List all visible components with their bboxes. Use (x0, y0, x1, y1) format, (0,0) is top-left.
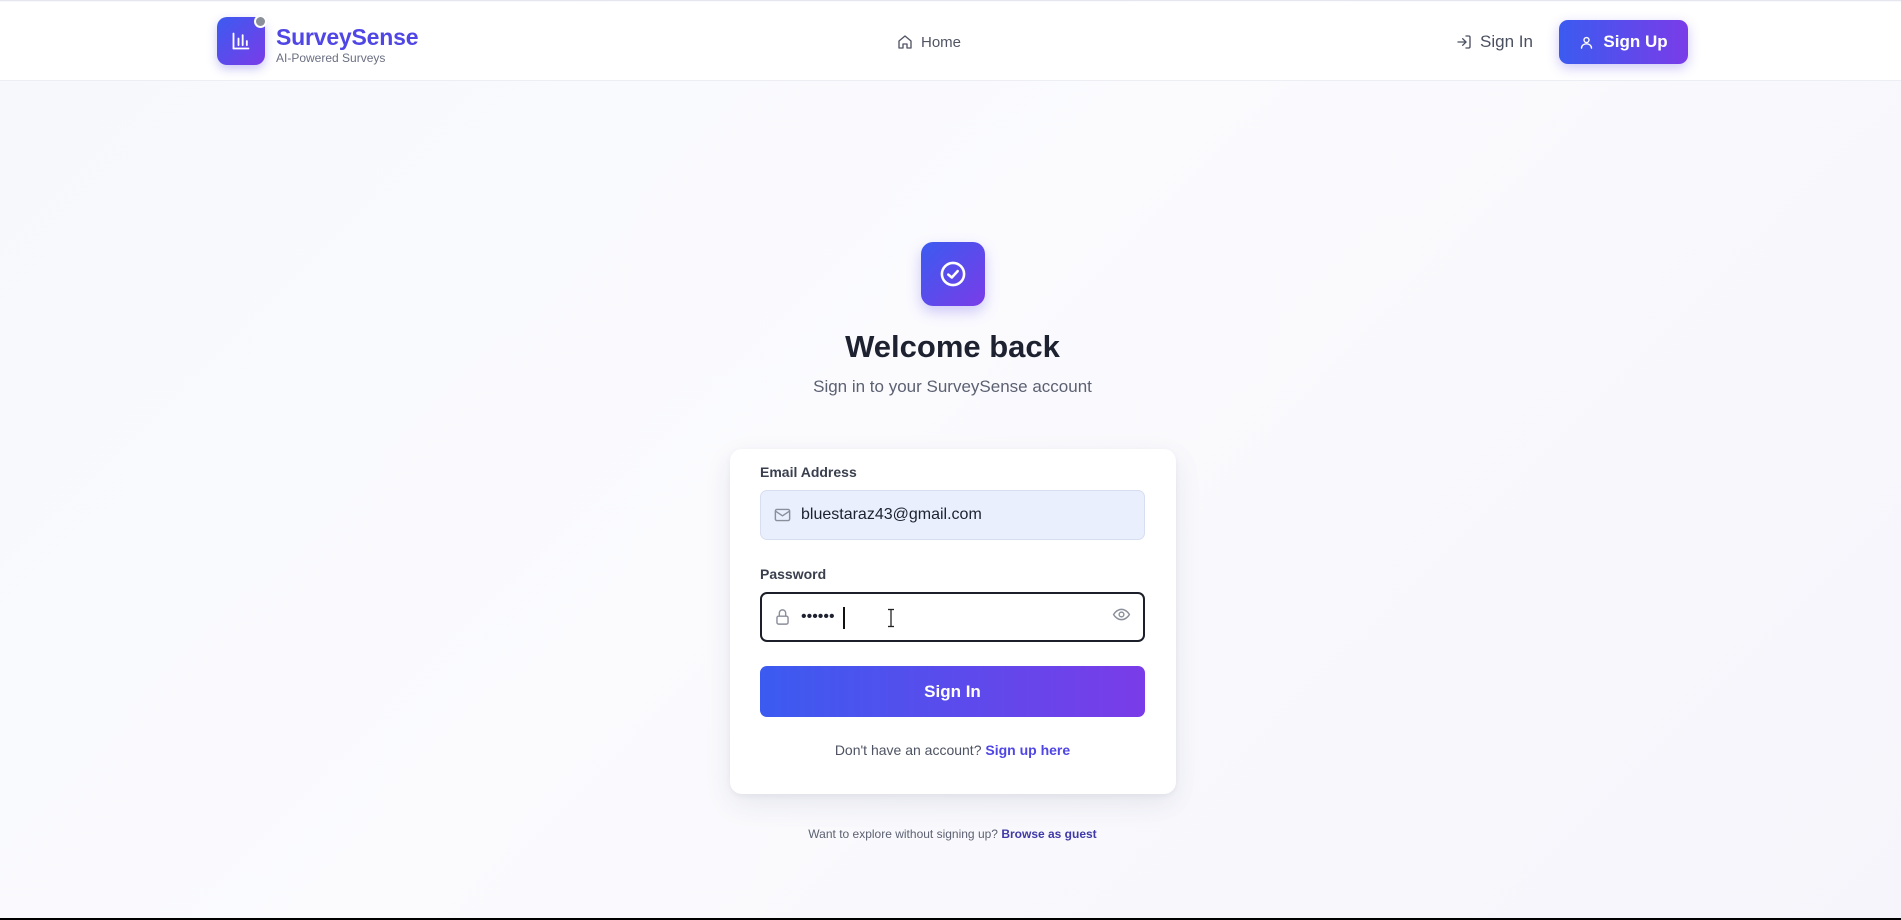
nav-home-link[interactable]: Home (897, 31, 961, 53)
nav-home-label: Home (921, 33, 962, 51)
status-dot (254, 15, 267, 28)
nav-signup-label: Sign Up (1603, 32, 1668, 51)
page-title: Welcome back (845, 329, 1060, 364)
browse-as-guest-link[interactable]: Browse as guest (1001, 827, 1096, 841)
signin-submit-button[interactable]: Sign In (760, 666, 1145, 717)
guest-prompt: Want to explore without signing up? Brow… (0, 827, 1901, 841)
user-icon (1581, 36, 1593, 49)
page-background: SurveySense AI-Powered Surveys Home Sign… (0, 0, 1901, 918)
home-icon (898, 35, 912, 49)
page-subtitle: Sign in to your SurveySense account (813, 377, 1092, 396)
top-navbar: SurveySense AI-Powered Surveys Home Sign… (0, 2, 1901, 81)
email-input[interactable] (801, 491, 1101, 539)
guest-prompt-text: Want to explore without signing up? (808, 827, 998, 841)
bar-chart-icon (232, 32, 250, 50)
nav-signup-button[interactable]: Sign Up (1559, 20, 1688, 64)
password-label: Password (760, 566, 827, 582)
password-field[interactable] (760, 592, 1145, 642)
toggle-password-visibility[interactable] (1112, 605, 1131, 629)
signup-prompt: Don't have an account? Sign up here (0, 742, 1901, 758)
signup-prompt-text: Don't have an account? (834, 742, 982, 758)
check-circle-icon (940, 261, 966, 287)
password-input[interactable] (801, 594, 1101, 640)
login-icon (1457, 35, 1471, 49)
eye-icon (1112, 608, 1131, 621)
lock-icon (776, 609, 789, 625)
brand-tagline: AI-Powered Surveys (276, 51, 386, 65)
nav-signin-link[interactable]: Sign In (1456, 31, 1533, 53)
text-caret (843, 607, 845, 629)
email-label: Email Address (760, 464, 857, 480)
mail-icon (774, 508, 791, 522)
hero-badge (921, 242, 985, 306)
brand-name[interactable]: SurveySense (276, 24, 418, 51)
nav-signin-label: Sign In (1480, 32, 1533, 51)
ibeam-cursor-icon (888, 608, 894, 628)
email-field[interactable] (760, 490, 1145, 540)
signup-link[interactable]: Sign up here (985, 742, 1070, 758)
